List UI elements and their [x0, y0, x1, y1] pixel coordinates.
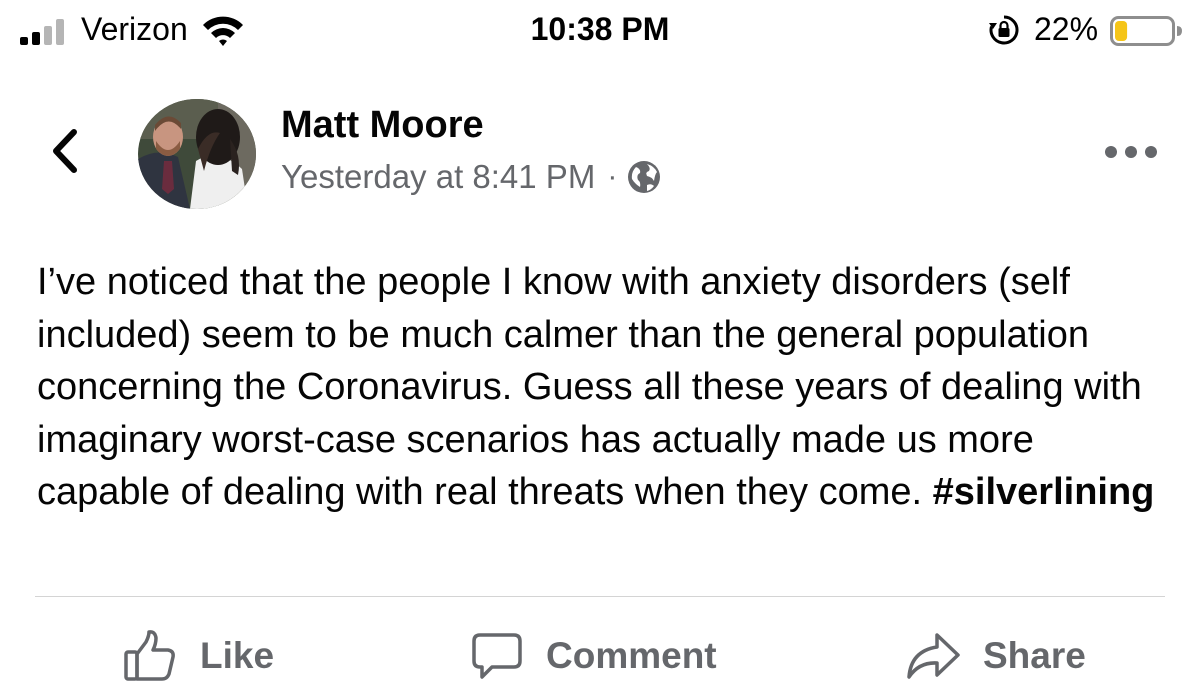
post-timestamp[interactable]: Yesterday at 8:41 PM	[281, 158, 595, 196]
status-bar: Verizon 10:38 PM 22%	[0, 0, 1200, 62]
comment-button[interactable]: Comment	[470, 626, 717, 686]
like-button[interactable]: Like	[122, 626, 274, 686]
globe-icon[interactable]	[627, 160, 661, 194]
status-time: 10:38 PM	[530, 11, 670, 47]
actions-divider	[35, 596, 1165, 597]
comment-label: Comment	[546, 635, 717, 676]
battery-percentage: 22%	[1034, 11, 1099, 47]
hashtag-link[interactable]: #silverlining	[933, 471, 1155, 513]
post-body: I’ve noticed that the people I know with…	[37, 256, 1167, 519]
share-arrow-icon	[907, 633, 960, 679]
thumbs-up-icon	[124, 630, 175, 681]
share-label: Share	[983, 635, 1086, 676]
post-meta: Yesterday at 8:41 PM ·	[281, 155, 661, 199]
more-options-icon[interactable]	[1100, 140, 1162, 164]
share-button[interactable]: Share	[905, 626, 1086, 686]
facebook-post-screen: Verizon 10:38 PM 22% Matt Moore Yesterda…	[0, 0, 1200, 694]
like-label: Like	[200, 635, 275, 676]
back-chevron-icon[interactable]	[44, 126, 88, 176]
meta-separator: ·	[607, 160, 618, 193]
author-avatar[interactable]	[138, 99, 256, 209]
comment-bubble-icon	[472, 633, 522, 679]
author-name[interactable]: Matt Moore	[281, 104, 484, 147]
avatar-photo	[138, 99, 256, 209]
battery-icon	[1110, 16, 1182, 46]
rotation-lock-icon	[989, 15, 1019, 45]
